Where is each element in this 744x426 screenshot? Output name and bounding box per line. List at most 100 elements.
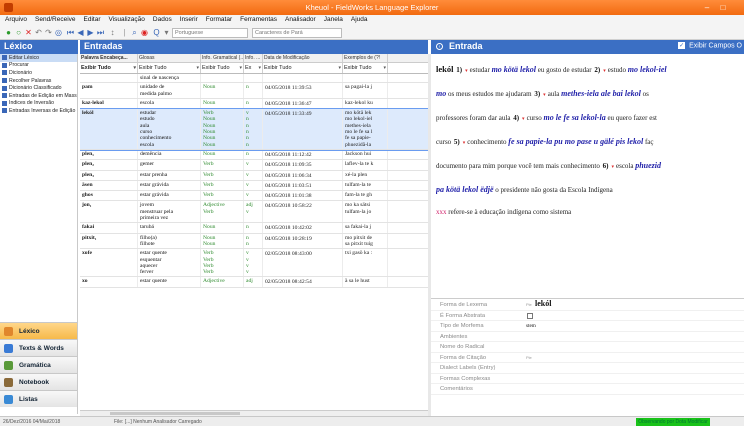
cell-word: pitxit₁	[80, 233, 138, 249]
table-row[interactable]: jon₁ jovem menstruar pela primeira vez Adj…	[80, 201, 428, 224]
column-header[interactable]: Exemplos de (?!	[343, 54, 388, 62]
menu-item[interactable]: Visualização	[106, 15, 150, 26]
column-header[interactable]: Glosas	[138, 54, 201, 62]
column-header[interactable]: Data de Modificação	[263, 54, 343, 62]
menu-item[interactable]: Send/Receive	[32, 15, 80, 26]
spelling-icon[interactable]: ◉	[140, 28, 149, 37]
column-header[interactable]: Info. Gramatical (...	[201, 54, 244, 62]
column-filter[interactable]: Ex	[244, 63, 263, 73]
field-value[interactable]: lekól	[535, 299, 551, 308]
area-label: Listas	[19, 395, 38, 403]
sync-icon[interactable]: ●	[4, 28, 13, 37]
field-value[interactable]: stem	[526, 323, 536, 329]
preview-line: xxx refere-se à educação indígena como s…	[436, 201, 744, 223]
area-button[interactable]: Notebook	[0, 373, 77, 390]
table-row[interactable]: pam unidade de medida palmo Noun n 04/05/201…	[80, 83, 428, 99]
table-row[interactable]: xo estar quente Adjective adj 02/05/2018 08:…	[80, 277, 428, 288]
lexicon-tool-item[interactable]: Entradas Inversas de Edição	[0, 107, 77, 115]
column-header[interactable]: Palavra Encabeça...	[80, 54, 138, 62]
zoom-icon[interactable]: Q	[152, 28, 161, 37]
status-parser: File: [...] Nenhum Analisador Carregado	[114, 419, 202, 425]
example-translation: refere-se à educação indígena como siste…	[448, 208, 572, 216]
menu-item[interactable]: Dados	[150, 15, 177, 26]
lexicon-tool-item[interactable]: Recolher Palavras	[0, 77, 77, 85]
history-icon[interactable]: ◎	[54, 28, 63, 37]
maximize-button[interactable]: □	[716, 2, 730, 13]
area-button[interactable]: Texts & Words	[0, 339, 77, 356]
table-row[interactable]: xofe estar quente esquentar aquecer ferve…	[80, 249, 428, 278]
show-all-fields-toggle[interactable]: ✓ Exibir Campos O	[678, 42, 742, 49]
lexicon-tool-item[interactable]: Dicionário	[0, 69, 77, 77]
column-filter[interactable]: Exibir Tudo	[343, 63, 388, 73]
sense-number: 1)	[456, 66, 463, 74]
column-header[interactable]: Info. ...	[244, 54, 263, 62]
collapse-icon[interactable]: ‹	[436, 43, 443, 50]
lexicon-tool-item[interactable]: Entradas de Edição em Massa	[0, 92, 77, 100]
find-icon[interactable]: ⌕	[130, 28, 139, 37]
cell-word: kaz-lekol	[80, 98, 138, 109]
area-icon	[4, 326, 13, 336]
writing-system-select[interactable]: Portuguese	[172, 28, 248, 38]
field-checkbox[interactable]	[527, 312, 533, 319]
menu-item[interactable]: Janela	[321, 15, 348, 26]
lexicon-tool-item[interactable]: Dicionário Classificado	[0, 84, 77, 92]
area-button[interactable]: Léxico	[0, 322, 77, 339]
sort-icon[interactable]: ↕	[108, 28, 117, 37]
cell-date: 04/05/2018 11:03:51	[263, 180, 343, 191]
table-row[interactable]: kaz-lekol escola Noun n 04/05/2018 11:36:47 k…	[80, 98, 428, 110]
lexicon-tool-item[interactable]: Editar Léxico	[0, 54, 77, 62]
scroll-thumb[interactable]	[110, 412, 240, 415]
next-record-icon[interactable]: ▶	[86, 28, 95, 37]
table-row[interactable]: pitxit₁ filho(a) filhote Noun Noun n n 04/05…	[80, 233, 428, 250]
menu-item[interactable]: Analisador	[282, 15, 321, 26]
menu-item[interactable]: Arquivo	[2, 15, 32, 26]
cell-info: v	[244, 180, 263, 191]
pane-splitter[interactable]	[431, 298, 744, 299]
filter-icon[interactable]: |	[120, 28, 129, 37]
area-label: Léxico	[19, 327, 40, 335]
dropdown-icon[interactable]: ▾	[162, 28, 171, 37]
style-select[interactable]: Caracteres de Pará	[252, 28, 342, 38]
refresh-icon[interactable]: ○	[14, 28, 23, 37]
table-row[interactable]: plen₃ estar prenha Verb v 04/05/2018 11:06:3…	[80, 170, 428, 181]
previous-record-icon[interactable]: ◀	[76, 28, 85, 37]
menu-item[interactable]: Ajuda	[348, 15, 373, 26]
lexicon-tools-list: Editar Léxico Procurar Dicionário Recolher …	[0, 54, 78, 322]
table-row[interactable]: fakai tarubá Noun n 04/05/2018 10:42:02 sa fa…	[80, 223, 428, 234]
window-title: Kheuol - FieldWorks Language Explorer	[305, 3, 439, 12]
lexicon-tool-item[interactable]: Procurar	[0, 62, 77, 70]
redo-icon[interactable]: ↷	[44, 28, 53, 37]
menu-item[interactable]: Editar	[81, 15, 106, 26]
table-row[interactable]: äsen estar grávida Verb v 04/05/2018 11:03:5…	[80, 180, 428, 192]
table-row[interactable]: plen₂ gemer Verb v 04/05/2018 11:09:35 laflev…	[80, 160, 428, 171]
menu-item[interactable]: Ferramentas	[237, 15, 282, 26]
cell-gloss: escola	[138, 98, 201, 109]
cell-gloss: estar quente esquentar aquecer ferver	[138, 249, 201, 277]
cell-word: pam	[80, 83, 138, 98]
title-bar: Kheuol - FieldWorks Language Explorer ‒ …	[0, 0, 744, 15]
cell-example: tulfam-la te	[343, 180, 388, 191]
delete-icon[interactable]: ✕	[24, 28, 33, 37]
menu-item[interactable]: Formatar	[203, 15, 237, 26]
first-record-icon[interactable]: ⏮	[66, 28, 75, 37]
entries-pane-title: Entradas	[80, 40, 428, 54]
example-translation: os meus estudos me ajudaram	[447, 90, 532, 98]
table-row[interactable]: ghos estar grávida Verb v 04/05/2018 11:01:3…	[80, 191, 428, 202]
table-row[interactable]: plen₁ demência Noun n 04/05/2018 11:12:42 Jac…	[80, 149, 428, 161]
column-filter[interactable]: Exibir Tudo	[138, 63, 201, 73]
checkbox-icon[interactable]: ✓	[678, 42, 686, 49]
table-row[interactable]: lekól estudar estudo aula curso conhecime…	[80, 108, 428, 151]
last-record-icon[interactable]: ⏭	[96, 28, 105, 37]
area-button[interactable]: Listas	[0, 390, 77, 407]
area-button[interactable]: Gramática	[0, 356, 77, 373]
column-filter[interactable]: Exibir Tudo	[263, 63, 343, 73]
menu-item[interactable]: Inserir	[177, 15, 203, 26]
undo-icon[interactable]: ↶	[34, 28, 43, 37]
lexicon-tool-item[interactable]: Índices de Inversão	[0, 100, 77, 108]
column-filter[interactable]: Exibir Tudo	[80, 63, 138, 73]
table-row[interactable]: sinal de nascença	[80, 74, 428, 84]
minimize-button[interactable]: ‒	[700, 2, 714, 13]
preview-line: pa kötä lekol ëdjë o presidente não gost…	[436, 179, 744, 201]
column-filter[interactable]: Exibir Tudo	[201, 63, 244, 73]
sense-marker-icon: ▾	[611, 165, 614, 170]
